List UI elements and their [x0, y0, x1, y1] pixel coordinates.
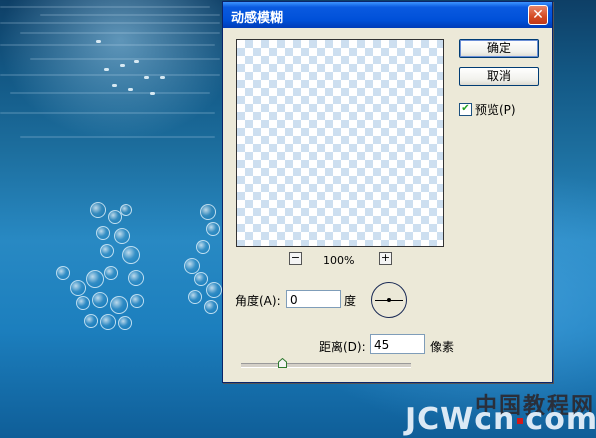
water-ripple	[20, 32, 220, 34]
bubble	[56, 266, 70, 280]
water-ripple	[0, 112, 215, 114]
distance-label: 距离(D):	[319, 340, 366, 354]
angle-unit: 度	[344, 294, 357, 308]
bubble-speck	[96, 40, 101, 43]
bubble-speck	[144, 76, 149, 79]
angle-dial[interactable]	[371, 282, 407, 318]
ok-button[interactable]: 确定	[459, 39, 539, 58]
plus-icon: +	[380, 251, 391, 264]
bubble	[188, 290, 202, 304]
water-ripple	[0, 6, 210, 8]
bubble	[70, 280, 86, 296]
close-icon: ✕	[532, 7, 544, 23]
bubble	[118, 316, 132, 330]
bubble	[206, 282, 222, 298]
preview-canvas[interactable]	[236, 39, 444, 247]
bubble	[96, 226, 110, 240]
bubble	[90, 202, 106, 218]
bubble	[100, 314, 116, 330]
bubble	[200, 204, 216, 220]
bubble	[84, 314, 98, 328]
bubble	[110, 296, 128, 314]
watermark-dot	[517, 417, 524, 424]
bubble	[114, 228, 130, 244]
water-ripple	[0, 44, 215, 46]
water-ripple	[30, 58, 220, 60]
bubble	[122, 246, 140, 264]
cancel-button[interactable]: 取消	[459, 67, 539, 86]
water-ripple	[0, 22, 220, 24]
bubble-speck	[112, 84, 117, 87]
water-ripple	[0, 74, 220, 76]
motion-blur-dialog: 动感模糊 ✕ − 100% + 确定 取消 ✔ 预览(P) 角度(A): 0 度…	[222, 1, 553, 383]
watermark-latin-left: JCWcn	[405, 402, 516, 437]
checkmark-icon: ✔	[461, 103, 470, 114]
bubble	[104, 266, 118, 280]
bubble-speck	[128, 88, 133, 91]
bubble-speck	[134, 60, 139, 63]
angle-dial-center	[387, 298, 391, 302]
bubble	[100, 244, 114, 258]
angle-input[interactable]: 0	[286, 290, 341, 308]
preview-checkbox[interactable]: ✔	[459, 103, 472, 116]
bubble	[86, 270, 104, 288]
dialog-title: 动感模糊	[231, 11, 284, 26]
minus-icon: −	[290, 251, 301, 264]
distance-slider-track[interactable]	[241, 363, 411, 368]
bubble	[120, 204, 132, 216]
preview-label: 预览(P)	[475, 103, 516, 117]
water-ripple	[40, 14, 220, 16]
bubble-speck	[120, 64, 125, 67]
bubble	[204, 300, 218, 314]
bubble-speck	[160, 76, 165, 79]
distance-input[interactable]: 45	[370, 334, 425, 354]
zoom-out-button[interactable]: −	[289, 252, 302, 265]
water-ripple	[10, 92, 210, 94]
bubble-speck	[104, 68, 109, 71]
dialog-titlebar[interactable]: 动感模糊 ✕	[223, 2, 552, 28]
bubble	[92, 292, 108, 308]
distance-unit: 像素	[430, 340, 455, 354]
water-ripple	[20, 136, 215, 138]
bubble	[194, 272, 208, 286]
bubble	[130, 294, 144, 308]
watermark-latin-right: com	[525, 402, 596, 437]
zoom-in-button[interactable]: +	[379, 252, 392, 265]
distance-slider-thumb[interactable]	[278, 358, 287, 368]
bubble	[76, 296, 90, 310]
zoom-level: 100%	[323, 254, 355, 267]
angle-label: 角度(A):	[235, 294, 281, 308]
watermark-latin: JCWcn com	[405, 402, 596, 437]
bubble	[206, 222, 220, 236]
bubble	[128, 270, 144, 286]
close-button[interactable]: ✕	[528, 5, 548, 25]
bubble-speck	[150, 92, 155, 95]
bubble	[196, 240, 210, 254]
